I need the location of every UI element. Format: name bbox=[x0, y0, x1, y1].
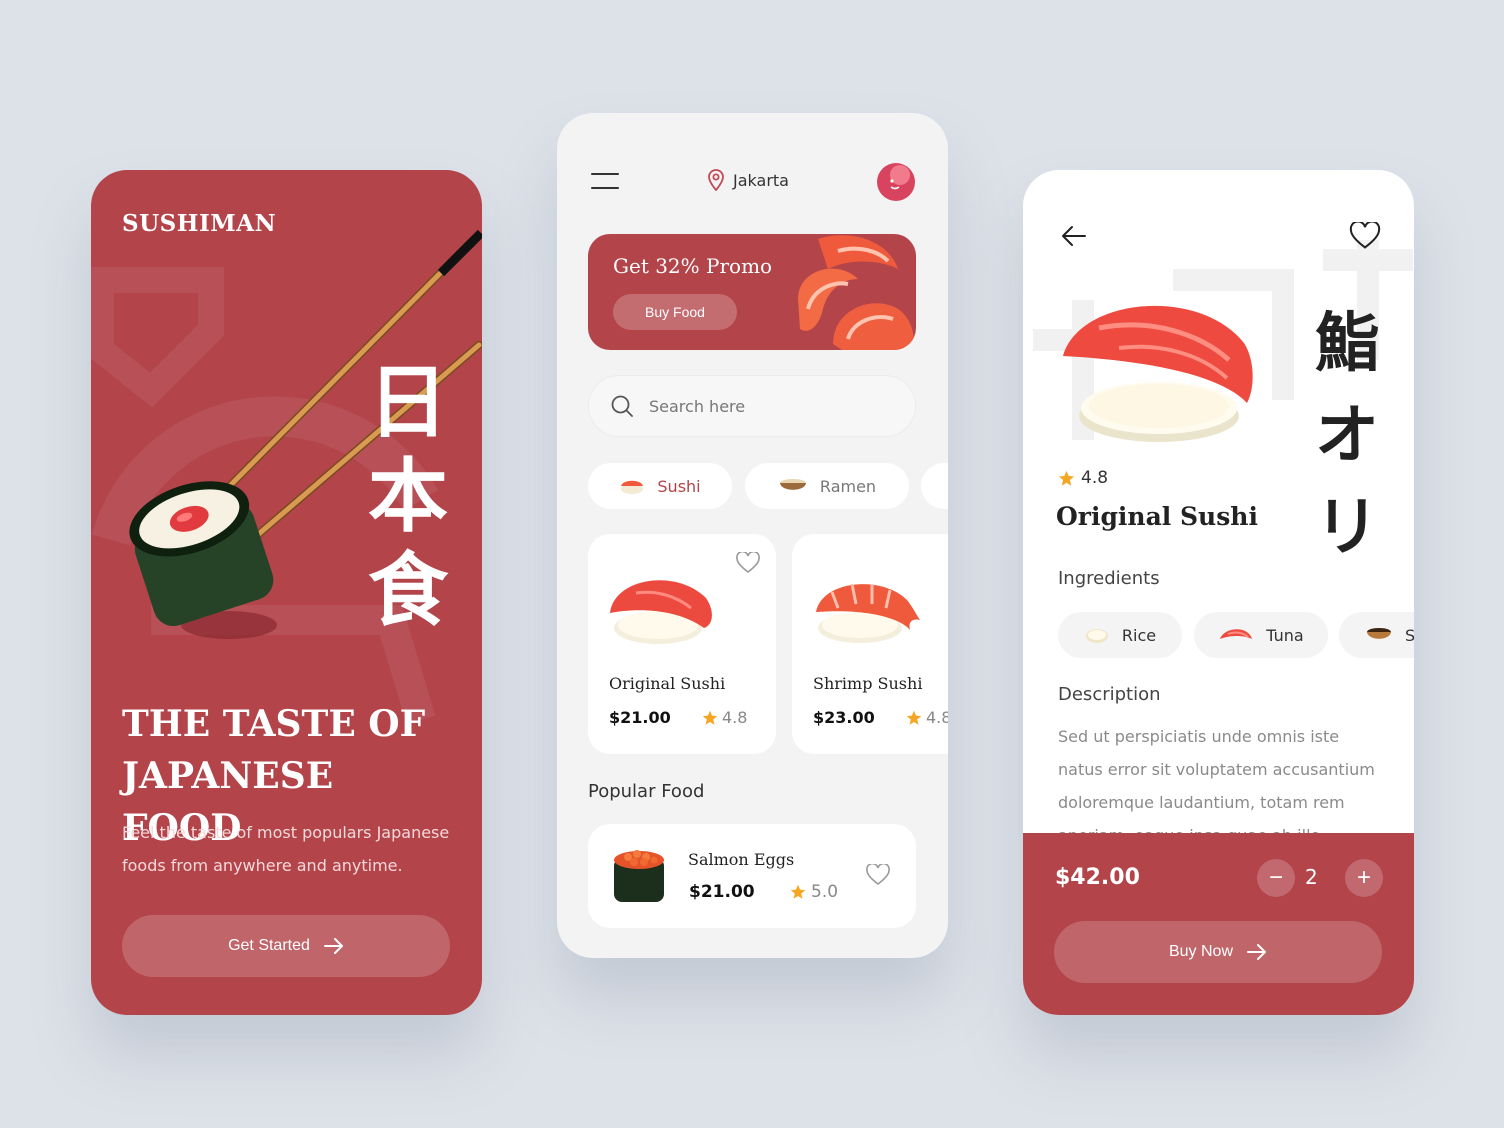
total-price: $42.00 bbox=[1055, 865, 1140, 890]
location-label: Jakarta bbox=[733, 170, 789, 190]
get-started-label: Get Started bbox=[228, 937, 310, 954]
ramen-icon bbox=[779, 479, 806, 490]
ingredient-chip-soy[interactable]: S bbox=[1339, 612, 1414, 658]
shrimp-illustration bbox=[798, 235, 915, 350]
description-title: Description bbox=[1058, 684, 1161, 705]
sushi-illustration bbox=[610, 580, 712, 644]
food-name: Shrimp Sushi bbox=[813, 674, 923, 693]
search-input[interactable] bbox=[647, 395, 871, 417]
arrow-right-icon bbox=[1247, 944, 1267, 960]
category-label: Sushi bbox=[657, 476, 701, 496]
heart-icon[interactable] bbox=[736, 552, 760, 574]
food-rating: 5.0 bbox=[790, 882, 838, 902]
tuna-icon bbox=[1220, 629, 1253, 639]
description-text: Sed ut perspiciatis unde omnis iste natu… bbox=[1058, 727, 1375, 833]
soy-sauce-icon bbox=[1367, 628, 1391, 639]
ingredient-label: Rice bbox=[1121, 625, 1157, 645]
ingredients-title: Ingredients bbox=[1058, 568, 1160, 589]
rating-value: 4.8 bbox=[926, 708, 948, 727]
kanji-char: 食 bbox=[368, 544, 448, 637]
kanji-char: 本 bbox=[368, 450, 448, 543]
promo-title: Get 32% Promo bbox=[613, 254, 773, 278]
buy-food-button[interactable]: Buy Food bbox=[613, 294, 737, 330]
category-chip-sushi[interactable]: Sushi bbox=[588, 463, 732, 509]
rice-icon bbox=[1085, 629, 1108, 643]
kanji-vertical: 日 本 食 bbox=[363, 356, 453, 638]
star-icon bbox=[702, 710, 718, 725]
menu-icon[interactable] bbox=[591, 173, 619, 191]
search-bar[interactable] bbox=[588, 375, 916, 437]
quantity-value: 2 bbox=[1305, 865, 1318, 889]
rating-value: 4.8 bbox=[1081, 468, 1109, 488]
kanji-char: 日 bbox=[368, 356, 448, 449]
location-selector[interactable]: Jakarta bbox=[707, 169, 789, 191]
ingredient-chip-tuna[interactable]: Tuna bbox=[1194, 612, 1328, 658]
avatar[interactable] bbox=[877, 163, 915, 201]
category-label: Ramen bbox=[819, 476, 877, 496]
food-name: Original Sushi bbox=[609, 674, 726, 693]
buy-now-label: Buy Now bbox=[1168, 943, 1234, 960]
search-icon bbox=[611, 395, 633, 417]
rating-value: 5.0 bbox=[811, 882, 839, 902]
star-icon bbox=[790, 884, 806, 899]
food-rating: 4.8 bbox=[906, 708, 948, 727]
star-icon bbox=[906, 710, 922, 725]
location-pin-icon bbox=[708, 169, 724, 191]
hero-title-line: THE TASTE OF bbox=[122, 703, 426, 745]
product-name: Original Sushi bbox=[1056, 502, 1258, 531]
hero-subtitle: Feel the taste of most populars Japanese… bbox=[122, 823, 450, 875]
original-sushi-illustration bbox=[1063, 305, 1253, 442]
food-price: $21.00 bbox=[609, 708, 671, 727]
sushi-icon bbox=[621, 480, 644, 494]
detail-screen: 鮨 オ リ 4.8 Original Sushi Ingredients Ric… bbox=[1023, 170, 1414, 1015]
kanji-char: 鮨 bbox=[1315, 307, 1379, 381]
onboarding-screen: SUSHIMAN 日 本 食 THE TASTE OF JAPANESE FOO… bbox=[91, 170, 482, 1015]
popular-food-item[interactable]: Salmon Eggs $21.00 5.0 bbox=[588, 824, 916, 928]
heart-icon[interactable] bbox=[866, 864, 890, 886]
back-arrow-icon[interactable] bbox=[1061, 225, 1087, 247]
promo-banner[interactable]: Get 32% Promo Buy Food bbox=[588, 234, 916, 350]
increase-quantity-button[interactable]: + bbox=[1345, 859, 1383, 897]
buy-now-button[interactable]: Buy Now bbox=[1054, 921, 1382, 983]
shrimp-sushi-illustration bbox=[816, 583, 920, 643]
food-rating: 4.8 bbox=[702, 708, 747, 727]
ingredient-chip-rice[interactable]: Rice bbox=[1058, 612, 1182, 658]
food-price: $21.00 bbox=[689, 882, 755, 902]
product-rating: 4.8 bbox=[1058, 468, 1108, 488]
food-price: $23.00 bbox=[813, 708, 875, 727]
get-started-button[interactable]: Get Started bbox=[122, 915, 450, 977]
category-chip-ramen[interactable]: Ramen bbox=[745, 463, 909, 509]
ingredient-label: S bbox=[1405, 625, 1414, 645]
food-card-shrimp-sushi[interactable]: Shrimp Sushi $23.00 4.8 bbox=[792, 534, 948, 754]
food-name: Salmon Eggs bbox=[688, 850, 795, 869]
kanji-char: リ bbox=[1315, 491, 1379, 565]
salmon-eggs-illustration bbox=[614, 850, 664, 902]
arrow-right-icon bbox=[323, 938, 343, 954]
food-card-original-sushi[interactable]: Original Sushi $21.00 4.8 bbox=[588, 534, 776, 754]
kanji-char: オ bbox=[1315, 399, 1379, 473]
decrease-quantity-button[interactable]: − bbox=[1257, 859, 1295, 897]
home-screen: Jakarta Get 32% Promo Buy Food Sushi Ram… bbox=[557, 113, 948, 958]
kanji-vertical: 鮨 オ リ bbox=[1307, 298, 1387, 574]
heart-icon[interactable] bbox=[1349, 222, 1381, 250]
avatar-face-icon bbox=[890, 165, 910, 190]
checkout-bar: $42.00 − 2 + Buy Now bbox=[1023, 833, 1414, 1015]
star-icon bbox=[1058, 470, 1075, 486]
category-chip-more[interactable] bbox=[921, 463, 948, 509]
ingredient-label: Tuna bbox=[1266, 625, 1304, 645]
rating-value: 4.8 bbox=[722, 708, 748, 727]
popular-food-title: Popular Food bbox=[588, 781, 705, 802]
